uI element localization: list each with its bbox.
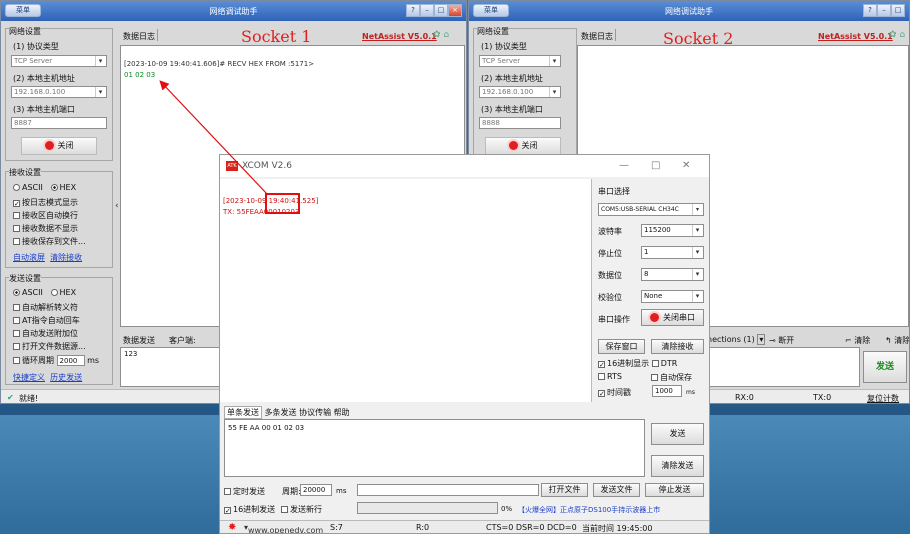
annotation-arrow <box>159 80 269 196</box>
